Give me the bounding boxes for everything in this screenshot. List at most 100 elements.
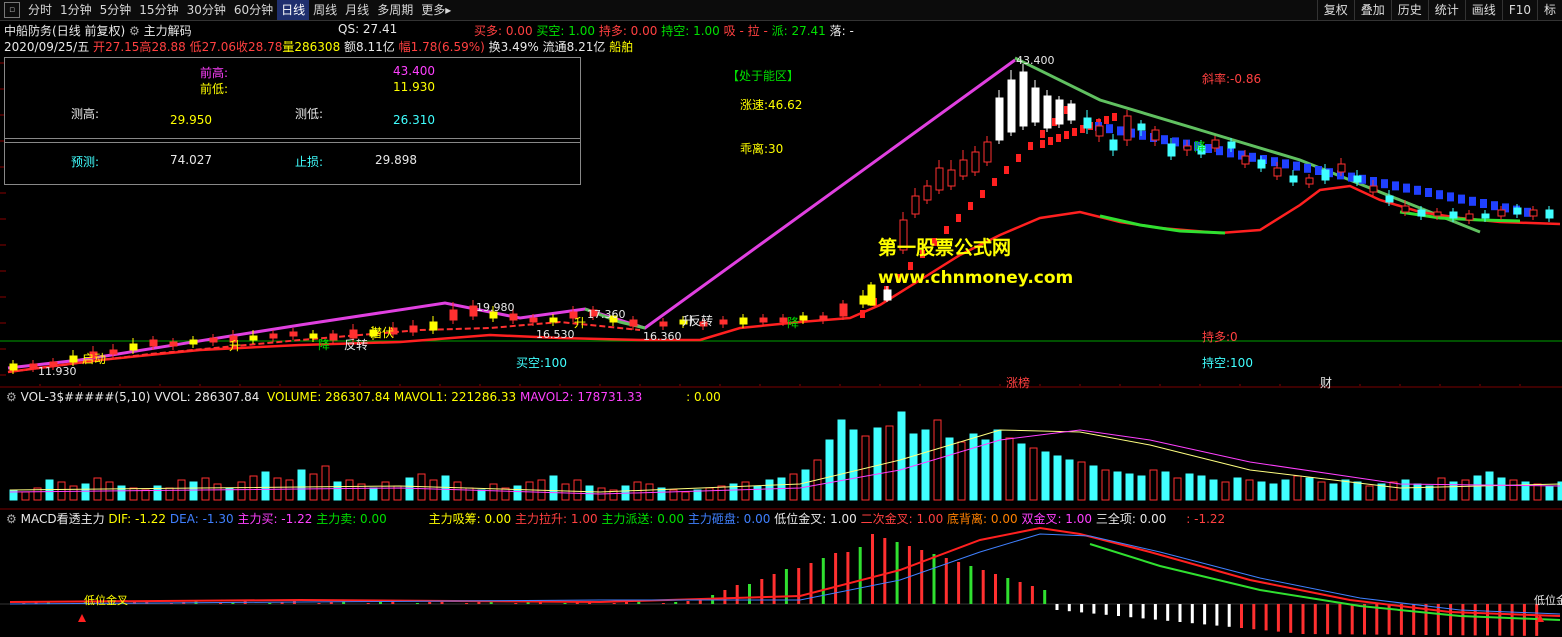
macd-histogram-bar — [219, 603, 223, 604]
volume-bar — [477, 489, 486, 501]
volume-bar — [1413, 483, 1422, 501]
candle-body — [289, 331, 298, 337]
hold-empty-label: 持空:100 — [1202, 356, 1253, 370]
price-label-5: 11.930 — [38, 365, 77, 378]
candle-body — [629, 319, 638, 327]
candle-body — [1433, 211, 1442, 217]
macd-histogram-bar — [625, 602, 628, 604]
candle-body — [1031, 87, 1040, 123]
candle-body — [759, 317, 768, 323]
mavol2-value: MAVOL2: 178731.33 — [520, 390, 643, 404]
candle-body — [1123, 115, 1132, 141]
rally-dot — [1104, 116, 1109, 124]
vvol-value: VVOL: 286307.84 — [154, 390, 260, 404]
volume-bar — [1053, 455, 1062, 501]
volume-bar — [849, 429, 858, 501]
candle-body — [1109, 139, 1118, 151]
candle-body — [911, 195, 920, 215]
dif-value: DIF: -1.22 — [108, 512, 167, 526]
volume-bar — [1533, 483, 1542, 501]
signal-reversal-2: 反转 — [344, 338, 369, 352]
rally-dot — [1064, 131, 1069, 139]
vol-gear-icon[interactable]: ⚙ — [6, 390, 17, 404]
candle-body — [129, 343, 138, 351]
resistance-dot — [1304, 163, 1311, 173]
price-label-2: 17.360 — [587, 308, 626, 321]
macd-histogram-bar — [563, 603, 567, 604]
candle-body — [739, 317, 748, 325]
macd-histogram-bar — [994, 574, 997, 604]
volume-bar — [1365, 485, 1374, 501]
volume-bar — [765, 479, 774, 501]
macd-histogram-bar — [895, 542, 899, 604]
resistance-dot — [1392, 181, 1399, 191]
volume-bar — [1545, 485, 1554, 501]
signal-rise-2: 升 — [574, 316, 587, 330]
candle-body — [529, 317, 538, 323]
macd-gear-icon[interactable]: ⚙ — [6, 512, 17, 526]
candle-body — [1449, 211, 1458, 219]
resistance-dot — [1403, 183, 1410, 193]
resistance-dot — [1425, 188, 1432, 197]
macd-tag-left: 低位金叉 — [84, 594, 128, 607]
support-line-green — [1099, 214, 1226, 235]
volume-bar — [249, 475, 258, 501]
buy-arrow-icon — [78, 614, 86, 622]
macd-indicator-header: ⚙ MACD看透主力 DIF: -1.22 DEA: -1.30 主力买: -1… — [0, 511, 1562, 527]
resistance-dot — [1315, 166, 1322, 175]
macd-histogram-bar — [477, 602, 481, 604]
volume-bar — [1137, 475, 1146, 501]
macd-histogram-bar — [1215, 604, 1219, 626]
macd-histogram-bar — [1276, 604, 1280, 632]
candle-body — [883, 289, 892, 301]
macd-histogram-bar — [871, 534, 874, 604]
rally-dot — [968, 202, 973, 210]
volume-bar — [189, 481, 198, 501]
candle-body — [1417, 209, 1426, 217]
volume-bar — [897, 411, 906, 501]
macd-histogram-bar — [1129, 604, 1133, 618]
candle-body — [923, 185, 932, 201]
macd-histogram-bar — [1141, 604, 1145, 619]
volume-bar — [1305, 477, 1314, 501]
candle-body — [1401, 205, 1410, 213]
candle-body — [1289, 175, 1298, 183]
volume-bar — [573, 479, 582, 501]
predict-label: 预测: — [71, 155, 100, 169]
macd-histogram-bar — [1227, 604, 1231, 627]
resistance-dot — [1106, 124, 1113, 134]
volume-bar — [201, 477, 210, 501]
resistance-dot — [1480, 199, 1487, 208]
volume-bar — [261, 471, 270, 501]
resistance-dot — [1469, 196, 1476, 206]
candle-body — [29, 363, 38, 369]
macd-histogram-bar — [1092, 604, 1096, 614]
macd-histogram-bar — [821, 558, 825, 604]
rally-dot — [956, 214, 961, 222]
macd-last-value: : -1.22 — [1186, 512, 1226, 526]
macd-histogram-bar — [1498, 604, 1502, 636]
rally-dot — [1040, 140, 1045, 148]
candle-body — [1273, 167, 1282, 177]
candle-body — [1137, 123, 1146, 131]
paisong-value: 主力派送: 0.00 — [601, 512, 684, 526]
volume-bar — [801, 469, 810, 501]
rally-dot — [1004, 166, 1009, 174]
macd-indicator-name[interactable]: MACD看透主力 — [21, 512, 105, 526]
vol-indicator-name[interactable]: VOL-3$#####(5,10) — [21, 390, 151, 404]
candle-body — [1513, 207, 1522, 215]
predict-value: 74.027 — [170, 153, 212, 167]
macd-histogram-bar — [366, 603, 370, 604]
candle-body — [1465, 213, 1474, 221]
volume-bar — [1317, 481, 1326, 501]
candle-body — [549, 317, 558, 323]
macd-histogram-bar — [1104, 604, 1108, 615]
candle-body — [1497, 209, 1506, 217]
volume-bar — [1269, 483, 1278, 501]
volume-bar — [945, 437, 954, 501]
volume-bar — [1065, 459, 1074, 501]
volume-bar — [753, 485, 762, 501]
volume-bar — [1017, 443, 1026, 501]
double-gold-value: 双金叉: 1.00 — [1021, 512, 1093, 526]
volume-bar — [1497, 477, 1506, 501]
